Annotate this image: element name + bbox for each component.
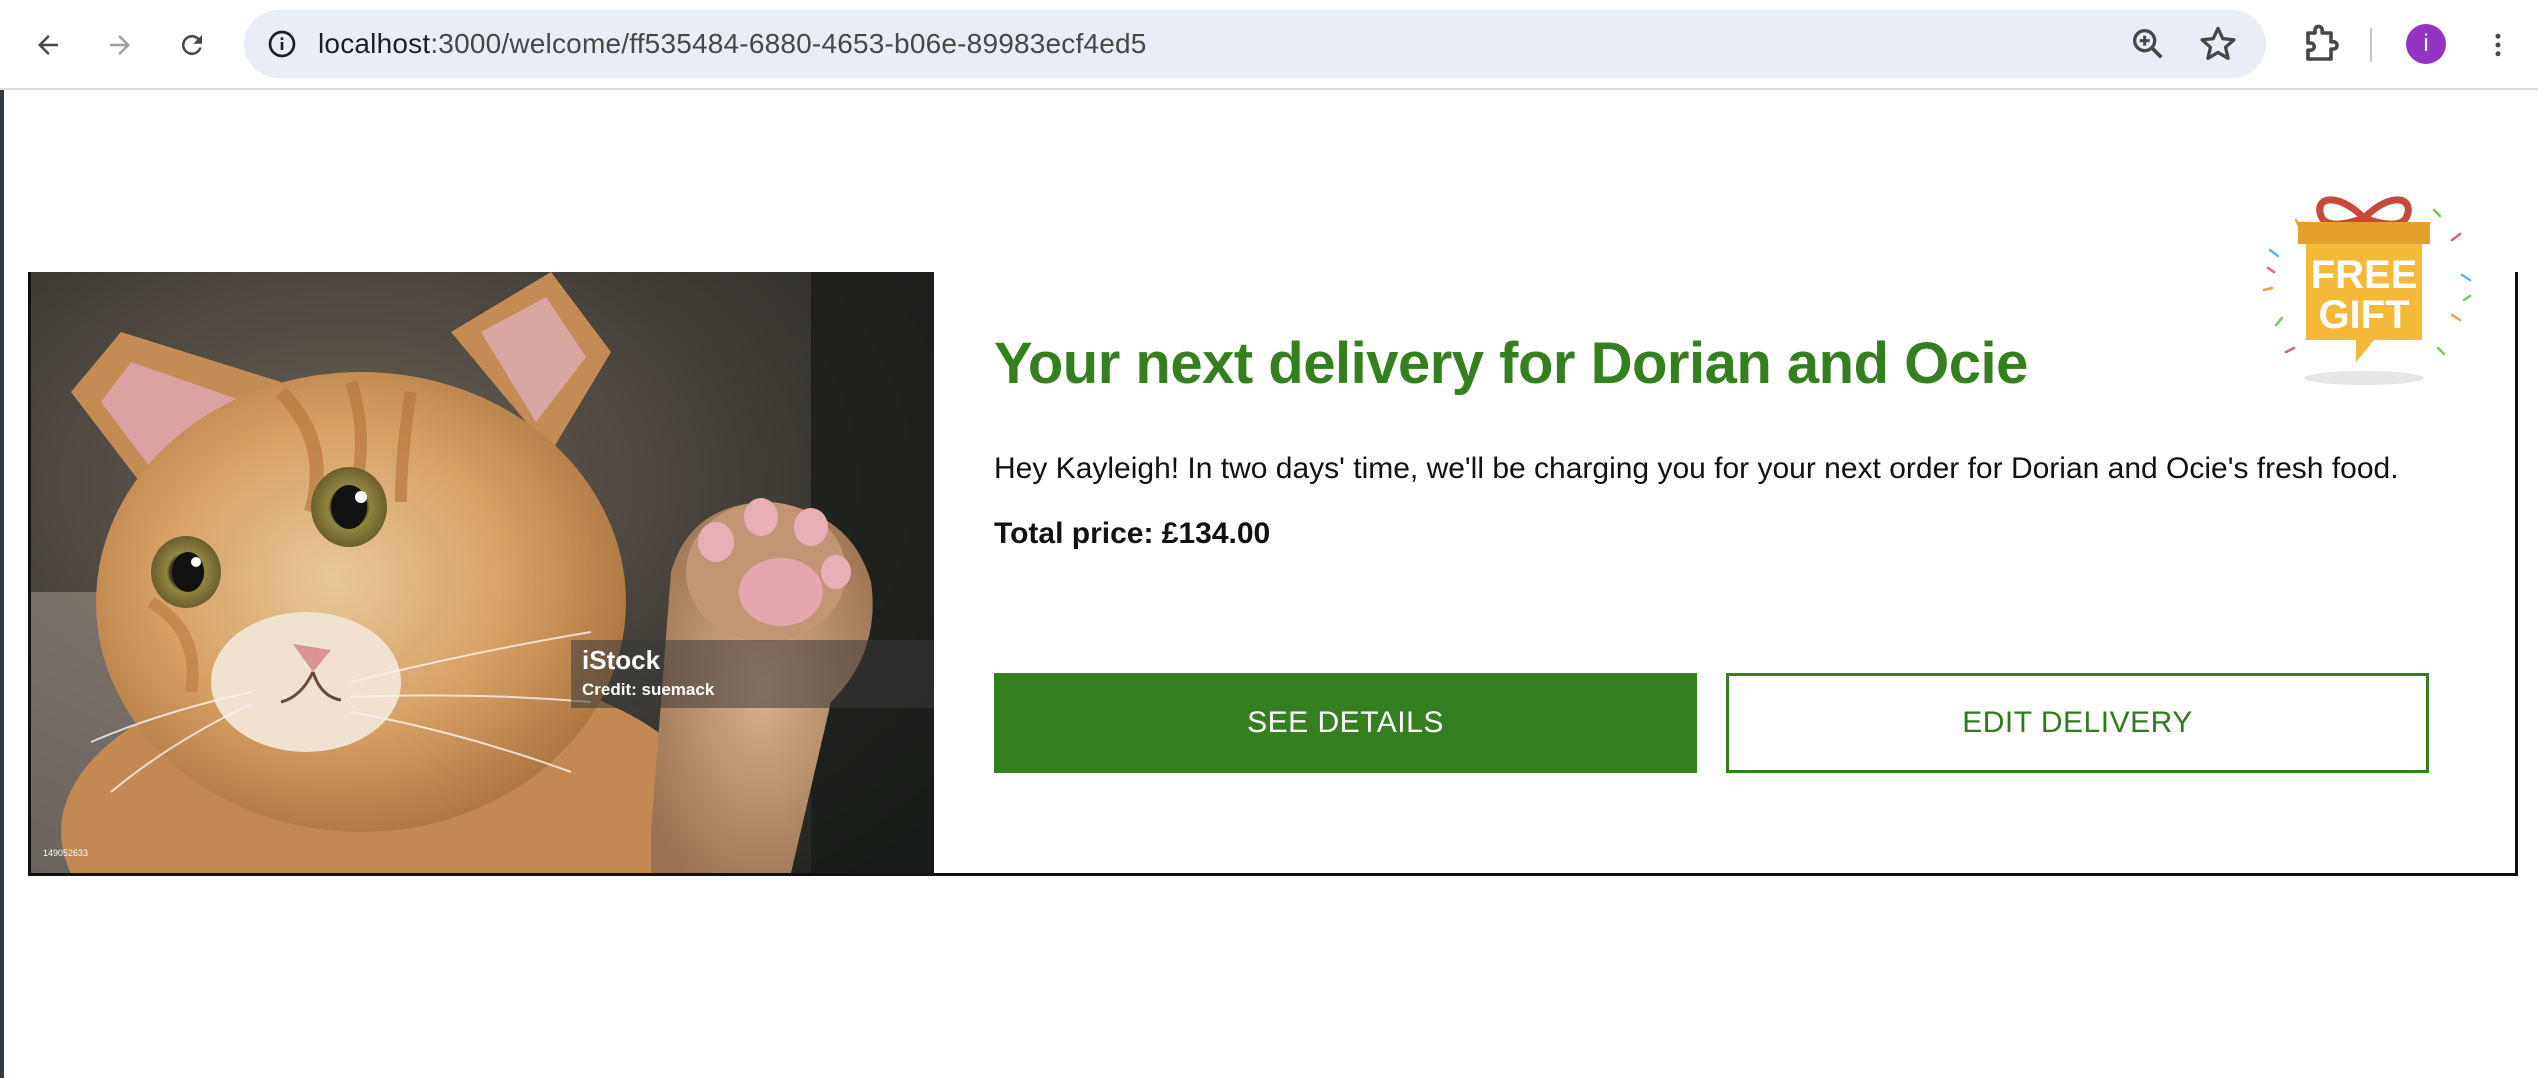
arrow-right-icon xyxy=(110,35,130,55)
kitten-photo: iStock Credit: suemack 149052633 xyxy=(31,272,934,873)
url-host: localhost xyxy=(318,28,431,59)
star-icon xyxy=(2200,26,2236,60)
edit-delivery-button[interactable]: EDIT DELIVERY xyxy=(1726,673,2429,773)
gift-icon: FREE GIFT xyxy=(2262,196,2472,385)
gift-line-2: GIFT xyxy=(2318,293,2409,337)
zoom-in-icon xyxy=(2133,29,2163,59)
delivery-card: iStock Credit: suemack 149052633 Your ne… xyxy=(28,272,2518,876)
reload-button[interactable] xyxy=(168,21,216,69)
back-button[interactable] xyxy=(24,21,72,69)
stock-id: 149052633 xyxy=(43,848,88,858)
gift-line-1: FREE xyxy=(2311,253,2418,297)
site-info-button[interactable] xyxy=(262,24,302,64)
card-title: Your next delivery for Dorian and Ocie xyxy=(994,331,2028,396)
address-bar[interactable]: localhost:3000/welcome/ff535484-6880-465… xyxy=(244,10,2266,78)
total-price: Total price: £134.00 xyxy=(994,517,1271,550)
profile-avatar[interactable]: i xyxy=(2406,24,2446,64)
url-text: localhost:3000/welcome/ff535484-6880-465… xyxy=(318,10,1147,78)
forward-button[interactable] xyxy=(96,21,144,69)
browser-menu-button[interactable] xyxy=(2474,21,2522,69)
free-gift-badge[interactable]: FREE GIFT xyxy=(2256,180,2476,390)
arrow-left-icon xyxy=(38,35,58,55)
reload-icon xyxy=(181,34,202,55)
info-circle-icon xyxy=(268,30,296,58)
puzzle-icon xyxy=(2306,24,2339,61)
zoom-button[interactable] xyxy=(2128,24,2168,64)
bookmark-button[interactable] xyxy=(2196,22,2240,66)
more-vertical-icon xyxy=(2495,33,2501,57)
watermark-brand: iStock xyxy=(582,645,661,675)
see-details-button[interactable]: SEE DETAILS xyxy=(994,673,1697,773)
kitten-image: iStock Credit: suemack 149052633 xyxy=(31,272,934,873)
browser-toolbar: localhost:3000/welcome/ff535484-6880-465… xyxy=(0,0,2538,90)
watermark-credit: Credit: suemack xyxy=(582,680,715,699)
card-content: Your next delivery for Dorian and Ocie H… xyxy=(994,272,2474,872)
toolbar-divider xyxy=(2370,28,2372,62)
url-path: :3000/welcome/ff535484-6880-4653-b06e-89… xyxy=(430,28,1147,59)
card-message: Hey Kayleigh! In two days' time, we'll b… xyxy=(994,452,2399,485)
extensions-button[interactable] xyxy=(2297,21,2345,69)
window-edge xyxy=(0,90,4,1078)
